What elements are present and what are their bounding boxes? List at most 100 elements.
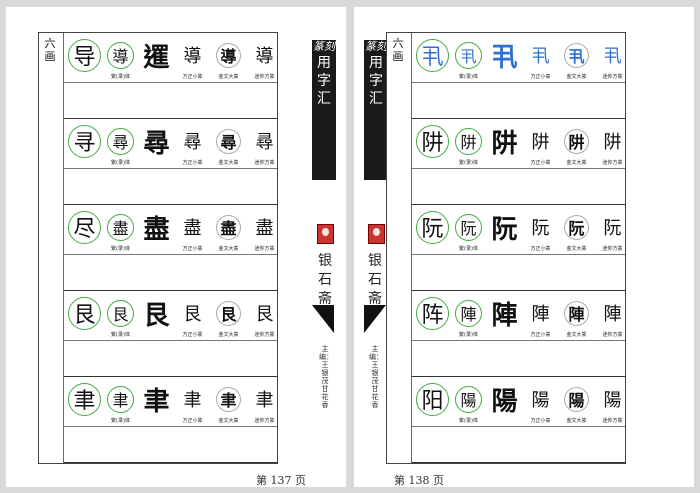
character-cell: 導方正小篆 [173, 33, 212, 82]
character-cell: 盡繁(录)体 [101, 205, 140, 254]
style-caption: 金文大篆 [218, 332, 239, 338]
glyph: 導 [183, 46, 202, 67]
glyph: 聿 [73, 389, 96, 414]
page-number: 第 138 页 [394, 474, 444, 487]
style-caption: 繁(录)体 [459, 160, 478, 166]
style-caption: 方正小篆 [182, 74, 203, 80]
glyph: 導 [112, 47, 129, 66]
character-cell: 盡 [137, 205, 176, 254]
stroke-count-label: 六画 [44, 37, 56, 63]
style-caption: 繁(录)体 [111, 74, 130, 80]
style-caption: 迷你方篆 [602, 332, 623, 338]
character-cell: 陣 [485, 291, 524, 340]
glyph: 艮 [255, 304, 274, 325]
character-cell: 陽繁(录)体 [449, 377, 488, 426]
right-page: 篆刻 用字汇 银石斋 主编：王银茂 甘花香 六画 丮丮繁(录)体丮丮方正小篆丮金… [354, 7, 694, 487]
character-cell: 阱繁(录)体 [449, 119, 488, 168]
style-caption: 方正小篆 [530, 246, 551, 252]
glyph: 尋 [143, 128, 170, 159]
glyph: 聿 [183, 390, 202, 411]
notes-area [412, 254, 625, 291]
style-caption: 迷你方篆 [254, 74, 275, 80]
style-caption: 迷你方篆 [602, 74, 623, 80]
style-caption: 迷你方篆 [602, 246, 623, 252]
glyph: 尽 [73, 217, 96, 242]
glyph: 盡 [183, 218, 202, 239]
style-caption: 繁(录)体 [111, 332, 130, 338]
glyph: 寻 [73, 131, 96, 156]
character-cell: 艮迷你方篆 [245, 291, 284, 340]
character-cell: 丮繁(录)体 [449, 33, 488, 82]
notes-area [64, 254, 277, 291]
character-cell: 艮金文大篆 [209, 291, 248, 340]
style-caption: 方正小篆 [530, 74, 551, 80]
character-cell: 尋金文大篆 [209, 119, 248, 168]
style-caption: 方正小篆 [182, 418, 203, 424]
character-row: 阵陣繁(录)体陣陣方正小篆陣金文大篆陣迷你方篆 [412, 291, 625, 377]
glyph: 𨗴 [143, 42, 170, 73]
character-cell: 阱金文大篆 [557, 119, 596, 168]
character-cell: 聿金文大篆 [209, 377, 248, 426]
style-caption: 迷你方篆 [602, 418, 623, 424]
wedge-decoration [364, 305, 386, 333]
glyph: 阵 [421, 303, 444, 328]
glyph: 阱 [603, 132, 622, 153]
character-cell: 艮方正小篆 [173, 291, 212, 340]
character-cell: 阱方正小篆 [521, 119, 560, 168]
glyph: 阮 [491, 214, 518, 245]
style-caption: 繁(录)体 [111, 418, 130, 424]
style-caption: 金文大篆 [218, 418, 239, 424]
glyph: 陽 [531, 390, 550, 411]
page-number: 第 137 页 [256, 474, 306, 487]
glyph: 阳 [421, 389, 444, 414]
studio-name: 银石斋 [368, 253, 382, 307]
character-cell: 尋 [137, 119, 176, 168]
style-caption: 方正小篆 [182, 160, 203, 166]
author-portrait [368, 224, 385, 244]
character-row: 阱阱繁(录)体阱阱方正小篆阱金文大篆阱迷你方篆 [412, 119, 625, 205]
editors-credit: 主编：王银茂 甘花香 [319, 345, 336, 409]
style-caption: 方正小篆 [182, 332, 203, 338]
spine-seal-text: 篆刻 [365, 40, 387, 53]
character-cell: 阮繁(录)体 [449, 205, 488, 254]
glyph: 艮 [73, 303, 96, 328]
character-cell: 陣迷你方篆 [593, 291, 632, 340]
character-cell: 丮迷你方篆 [593, 33, 632, 82]
stroke-count-label: 六画 [392, 37, 404, 63]
glyph: 阮 [531, 218, 550, 239]
character-cell: 丮金文大篆 [557, 33, 596, 82]
spine-title: 用字汇 [317, 55, 331, 107]
character-cell: 尋繁(录)体 [101, 119, 140, 168]
style-caption: 金文大篆 [218, 160, 239, 166]
notes-area [412, 426, 625, 463]
character-cell: 阱 [485, 119, 524, 168]
character-table: 六画 丮丮繁(录)体丮丮方正小篆丮金文大篆丮迷你方篆阱阱繁(录)体阱阱方正小篆阱… [386, 32, 626, 464]
style-caption: 金文大篆 [218, 74, 239, 80]
glyph: 艮 [143, 300, 170, 331]
glyph: 阮 [603, 218, 622, 239]
style-caption: 迷你方篆 [254, 246, 275, 252]
glyph: 陣 [603, 304, 622, 325]
style-caption: 金文大篆 [566, 418, 587, 424]
character-cell: 導金文大篆 [209, 33, 248, 82]
spine-banner: 篆刻 用字汇 [312, 40, 336, 180]
glyph: 尋 [255, 132, 274, 153]
glyph: 聿 [255, 390, 274, 411]
spine-title: 用字汇 [369, 55, 383, 107]
notes-area [64, 426, 277, 463]
glyph: 聿 [143, 386, 170, 417]
glyph: 丮 [568, 47, 585, 66]
left-page: 六画 导導繁(录)体 𨗴 導方正小篆導金文大篆導迷你方篆寻尋繁(录)体尋尋方正小篆尋… [6, 7, 346, 487]
character-row: 聿聿繁(录)体聿聿方正小篆聿金文大篆聿迷你方篆 [64, 377, 277, 463]
character-cell: 寻 [65, 119, 104, 168]
style-caption: 迷你方篆 [254, 160, 275, 166]
glyph: 丮 [421, 45, 444, 70]
glyph: 阮 [568, 219, 585, 238]
glyph: 阱 [531, 132, 550, 153]
style-caption: 迷你方篆 [602, 160, 623, 166]
character-cell: 艮 [137, 291, 176, 340]
glyph: 阱 [460, 133, 477, 152]
studio-name: 银石斋 [318, 253, 332, 307]
style-caption: 繁(录)体 [459, 332, 478, 338]
character-cell: 导 [65, 33, 104, 82]
